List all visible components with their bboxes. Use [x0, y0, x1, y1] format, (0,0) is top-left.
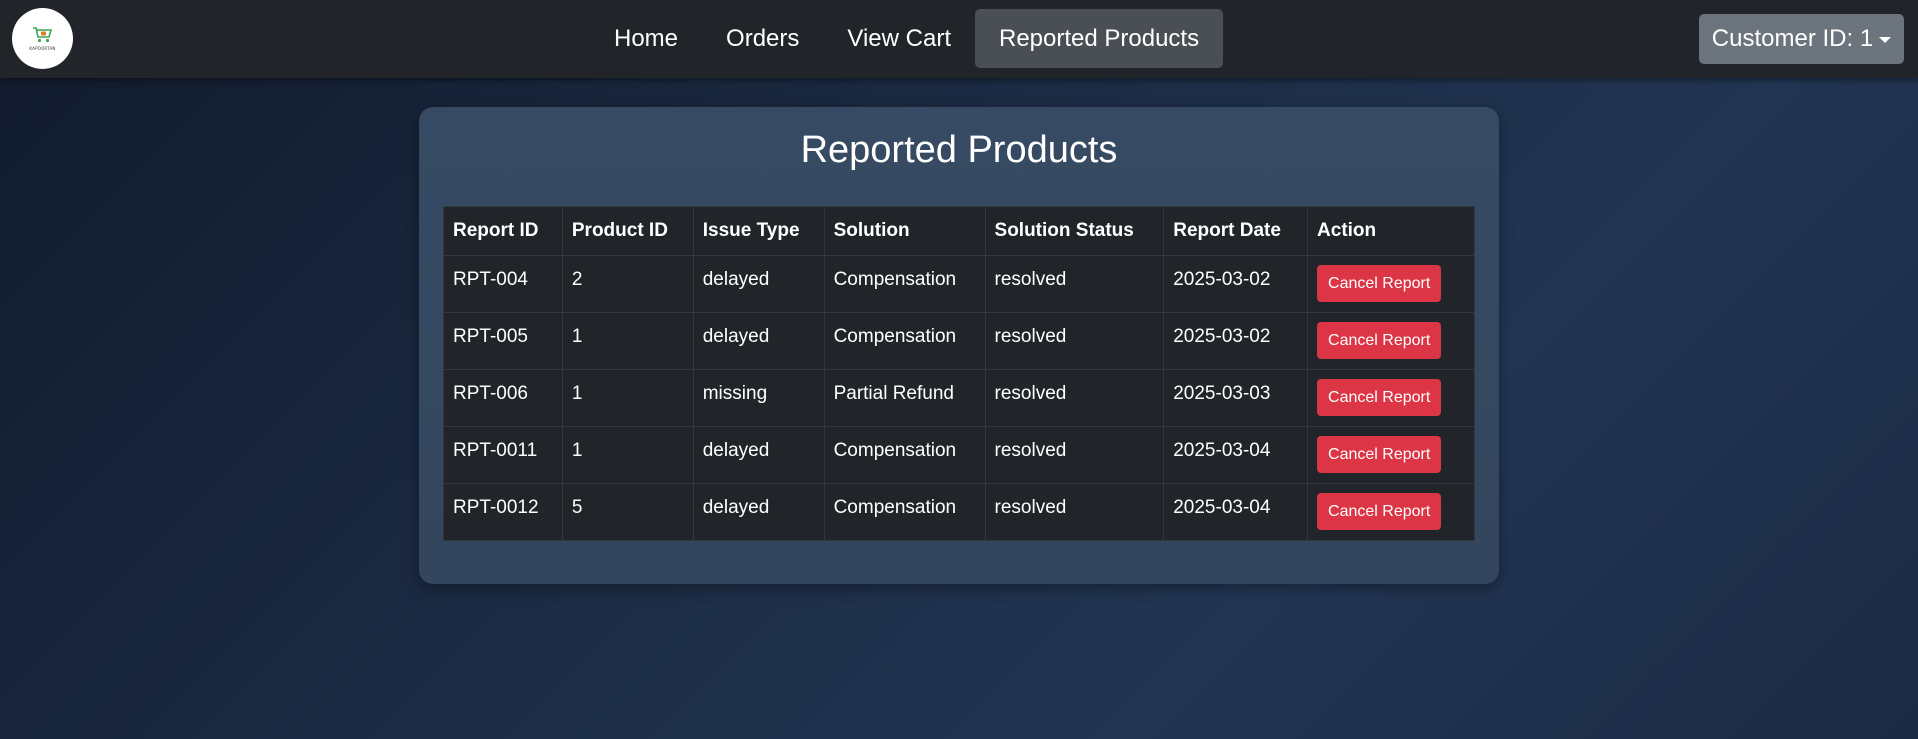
- nav-view-cart[interactable]: View Cart: [823, 9, 975, 68]
- cell-report-id: RPT-0011: [443, 426, 563, 484]
- customer-dropdown-button[interactable]: Customer ID: 1: [1699, 14, 1904, 64]
- cell-issue-type: delayed: [692, 255, 825, 313]
- cancel-report-button[interactable]: Cancel Report: [1317, 379, 1442, 416]
- cell-product-id: 1: [561, 426, 694, 484]
- cell-solution-status: resolved: [984, 255, 1165, 313]
- cell-issue-type: delayed: [692, 426, 825, 484]
- cell-product-id: 2: [561, 255, 694, 313]
- chevron-down-icon: [1879, 37, 1892, 43]
- cell-product-id: 5: [561, 483, 694, 541]
- cell-action: Cancel Report: [1307, 255, 1475, 313]
- cell-issue-type: missing: [692, 369, 825, 427]
- cancel-report-button[interactable]: Cancel Report: [1317, 493, 1442, 530]
- cell-solution-status: resolved: [984, 312, 1165, 370]
- table-row: RPT-004 2 delayed Compensation resolved …: [443, 255, 1475, 313]
- main-nav: Home Orders View Cart Reported Products: [590, 9, 1224, 68]
- brand-logo[interactable]: KAPOORTAN: [12, 8, 73, 69]
- header-product-id: Product ID: [561, 206, 694, 256]
- cell-product-id: 1: [561, 369, 694, 427]
- cell-solution-status: resolved: [984, 369, 1165, 427]
- header-report-date: Report Date: [1163, 206, 1309, 256]
- cell-report-date: 2025-03-04: [1163, 426, 1309, 484]
- cell-action: Cancel Report: [1307, 312, 1475, 370]
- page-title: Reported Products: [800, 129, 1118, 171]
- header-report-id: Report ID: [443, 206, 563, 256]
- table-row: RPT-0011 1 delayed Compensation resolved…: [443, 426, 1475, 484]
- cell-solution-status: resolved: [984, 426, 1165, 484]
- cell-solution: Compensation: [823, 255, 986, 313]
- header-action: Action: [1307, 206, 1475, 256]
- cell-solution-status: resolved: [984, 483, 1165, 541]
- cell-issue-type: delayed: [692, 483, 825, 541]
- cancel-report-button[interactable]: Cancel Report: [1317, 265, 1442, 302]
- cell-report-date: 2025-03-02: [1163, 255, 1309, 313]
- cell-report-id: RPT-004: [443, 255, 563, 313]
- cell-issue-type: delayed: [692, 312, 825, 370]
- top-navbar: KAPOORTAN Home Orders View Cart Reported…: [0, 0, 1918, 78]
- table-header-row: Report ID Product ID Issue Type Solution…: [443, 206, 1475, 256]
- cart-icon: [32, 27, 52, 43]
- header-solution: Solution: [823, 206, 986, 256]
- cell-report-date: 2025-03-03: [1163, 369, 1309, 427]
- cell-solution: Compensation: [823, 312, 986, 370]
- cell-solution: Compensation: [823, 426, 986, 484]
- nav-home[interactable]: Home: [590, 9, 702, 68]
- cell-solution: Partial Refund: [823, 369, 986, 427]
- reported-products-card: Reported Products Report ID Product ID I…: [419, 107, 1499, 584]
- table-row: RPT-005 1 delayed Compensation resolved …: [443, 312, 1475, 370]
- cancel-report-button[interactable]: Cancel Report: [1317, 436, 1442, 473]
- table-row: RPT-0012 5 delayed Compensation resolved…: [443, 483, 1475, 541]
- cell-action: Cancel Report: [1307, 426, 1475, 484]
- cell-report-date: 2025-03-04: [1163, 483, 1309, 541]
- cell-product-id: 1: [561, 312, 694, 370]
- cell-report-id: RPT-006: [443, 369, 563, 427]
- logo-text: KAPOORTAN: [29, 46, 56, 51]
- header-solution-status: Solution Status: [984, 206, 1165, 256]
- header-issue-type: Issue Type: [692, 206, 825, 256]
- cell-report-id: RPT-0012: [443, 483, 563, 541]
- nav-reported-products[interactable]: Reported Products: [974, 9, 1224, 68]
- customer-label: Customer ID: 1: [1711, 25, 1874, 52]
- cell-action: Cancel Report: [1307, 483, 1475, 541]
- cell-report-id: RPT-005: [443, 312, 563, 370]
- cell-solution: Compensation: [823, 483, 986, 541]
- table-row: RPT-006 1 missing Partial Refund resolve…: [443, 369, 1475, 427]
- cell-action: Cancel Report: [1307, 369, 1475, 427]
- cancel-report-button[interactable]: Cancel Report: [1317, 322, 1442, 359]
- reported-products-table: Report ID Product ID Issue Type Solution…: [443, 206, 1475, 541]
- cell-report-date: 2025-03-02: [1163, 312, 1309, 370]
- nav-orders[interactable]: Orders: [702, 9, 823, 68]
